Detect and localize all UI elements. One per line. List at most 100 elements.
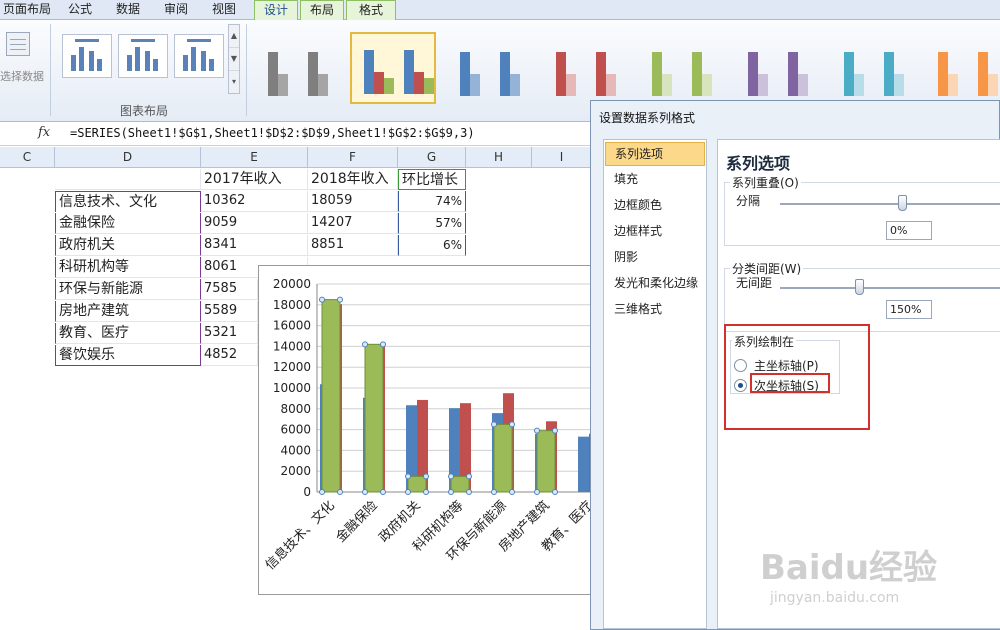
layout-gallery-scroller[interactable]: ▲ ▼ ▾ [228,24,240,94]
excel-window: { "ribbon": { "tabs": ["页面布局", "公式", "数据… [0,0,1000,630]
dialog-title: 设置数据系列格式 [599,111,696,125]
selection-handle [448,473,454,480]
chart-style-teal[interactable] [832,32,918,104]
selection-handle [534,427,540,434]
selection-handle [405,473,411,480]
tab-formulas[interactable]: 公式 [62,0,98,20]
overlap-left-label: 分隔 [736,194,761,208]
selection-handle [319,489,325,495]
tab-data[interactable]: 数据 [110,0,146,20]
cell-e2[interactable]: 10362 [201,191,308,212]
gallery-expand-icon[interactable]: ▾ [229,71,239,94]
selection-handle [337,489,343,495]
nav-glow-soft-edges[interactable]: 发光和柔化边缘 [605,272,705,296]
cell-d5[interactable]: 科研机构等 [55,257,201,278]
tab-design[interactable]: 设计 [254,0,298,21]
scroll-up-icon[interactable]: ▲ [229,25,239,48]
cell-header-2017[interactable]: 2017年收入 [201,169,308,190]
formula-input[interactable]: =SERIES(Sheet1!$G$1,Sheet1!$D$2:$D$9,She… [70,126,475,140]
y-tick-label: 0 [303,485,311,499]
selection-handle [509,421,515,428]
ribbon-tabs: 页面布局 公式 数据 审阅 视图 设计 布局 格式 [0,0,1000,21]
scroll-down-icon[interactable]: ▼ [229,48,239,71]
column-chart[interactable]: 20000 18000 16000 14000 12000 10000 8000 6000 40… [258,265,597,595]
nav-fill[interactable]: 填充 [605,168,705,192]
tab-review[interactable]: 审阅 [158,0,194,20]
cell-g4[interactable]: 6% [398,235,466,256]
chart-style-gray[interactable] [256,32,342,104]
cell-f2[interactable]: 18059 [308,191,398,212]
cell-e8[interactable]: 5321 [201,323,258,344]
selection-handle [380,341,386,348]
column-header-d[interactable]: D [55,147,201,168]
cell-f4[interactable]: 8851 [308,235,398,256]
select-data-button[interactable]: 选择数据 [0,28,46,98]
fx-icon[interactable]: fx [38,125,50,140]
overlap-slider-track[interactable] [780,203,1000,205]
cell-e3[interactable]: 9059 [201,213,308,234]
pane-title: 系列选项 [726,154,791,173]
tab-layout[interactable]: 布局 [300,0,344,20]
overlap-slider-thumb[interactable] [898,195,907,211]
cell-d8[interactable]: 教育、医疗 [55,323,201,344]
chart-style-green[interactable] [640,32,726,104]
cell-g3[interactable]: 57% [398,213,466,234]
cell-e6[interactable]: 7585 [201,279,258,300]
cell-header-growth[interactable]: 环比增长 [398,169,466,190]
gap-slider-thumb[interactable] [855,279,864,295]
cell-header-d[interactable] [55,169,201,190]
cell-d7[interactable]: 房地产建筑 [55,301,201,322]
cell-f3[interactable]: 14207 [308,213,398,234]
y-tick-label: 18000 [273,298,311,312]
nav-border-color[interactable]: 边框颜色 [605,194,705,218]
nav-3d-format[interactable]: 三维格式 [605,298,705,322]
cell-g2[interactable]: 74% [398,191,466,212]
nav-shadow[interactable]: 阴影 [605,246,705,270]
chart-style-red[interactable] [544,32,630,104]
cell-d6[interactable]: 环保与新能源 [55,279,201,300]
cell-d3[interactable]: 金融保险 [55,213,201,234]
chart-style-purple[interactable] [736,32,822,104]
plot-on-highlight [724,324,870,430]
chart-layout-3[interactable] [174,34,224,78]
cell-d4[interactable]: 政府机关 [55,235,201,256]
tab-view[interactable]: 视图 [206,0,242,20]
selection-handle [534,489,540,495]
chart-style-blue[interactable] [448,32,534,104]
cell-d2[interactable]: 信息技术、文化 [55,191,201,212]
ribbon-separator [50,24,51,116]
y-tick-label: 12000 [273,360,311,374]
chart-style-multicolor[interactable] [350,32,436,104]
selection-handle [405,489,411,495]
cell-d9[interactable]: 餐饮娱乐 [55,345,201,366]
column-header-i[interactable]: I [532,147,592,168]
column-header-c[interactable]: C [0,147,55,168]
chart-layouts-group-label: 图表布局 [120,104,169,118]
chart-svg: 2000018000160001400012000100008000600040… [262,277,597,573]
column-header-f[interactable]: F [308,147,398,168]
y-tick-label: 14000 [273,339,311,353]
tab-page-layout[interactable]: 页面布局 [0,0,54,20]
y-tick-label: 20000 [273,277,311,291]
baidu-watermark-url: jingyan.baidu.com [770,590,900,606]
cell-header-2018[interactable]: 2018年收入 [308,169,398,190]
chart-layout-2[interactable] [118,34,168,78]
cell-e7[interactable]: 5589 [201,301,258,322]
column-header-g[interactable]: G [398,147,466,168]
cell-e4[interactable]: 8341 [201,235,308,256]
gap-slider-track[interactable] [780,287,1000,289]
selection-handle [491,489,497,495]
nav-border-style[interactable]: 边框样式 [605,220,705,244]
chart-layout-1[interactable] [62,34,112,78]
gap-value-input[interactable]: 150% [886,300,932,319]
nav-series-options[interactable]: 系列选项 [605,142,705,166]
gap-left-label: 无间距 [736,276,773,290]
y-tick-label: 2000 [280,464,311,478]
column-header-e[interactable]: E [201,147,308,168]
cell-e9[interactable]: 4852 [201,345,258,366]
chart-style-orange[interactable] [926,32,1000,104]
bar-series3 [450,475,470,493]
overlap-value-input[interactable]: 0% [886,221,932,240]
tab-format[interactable]: 格式 [346,0,396,20]
column-header-h[interactable]: H [466,147,532,168]
